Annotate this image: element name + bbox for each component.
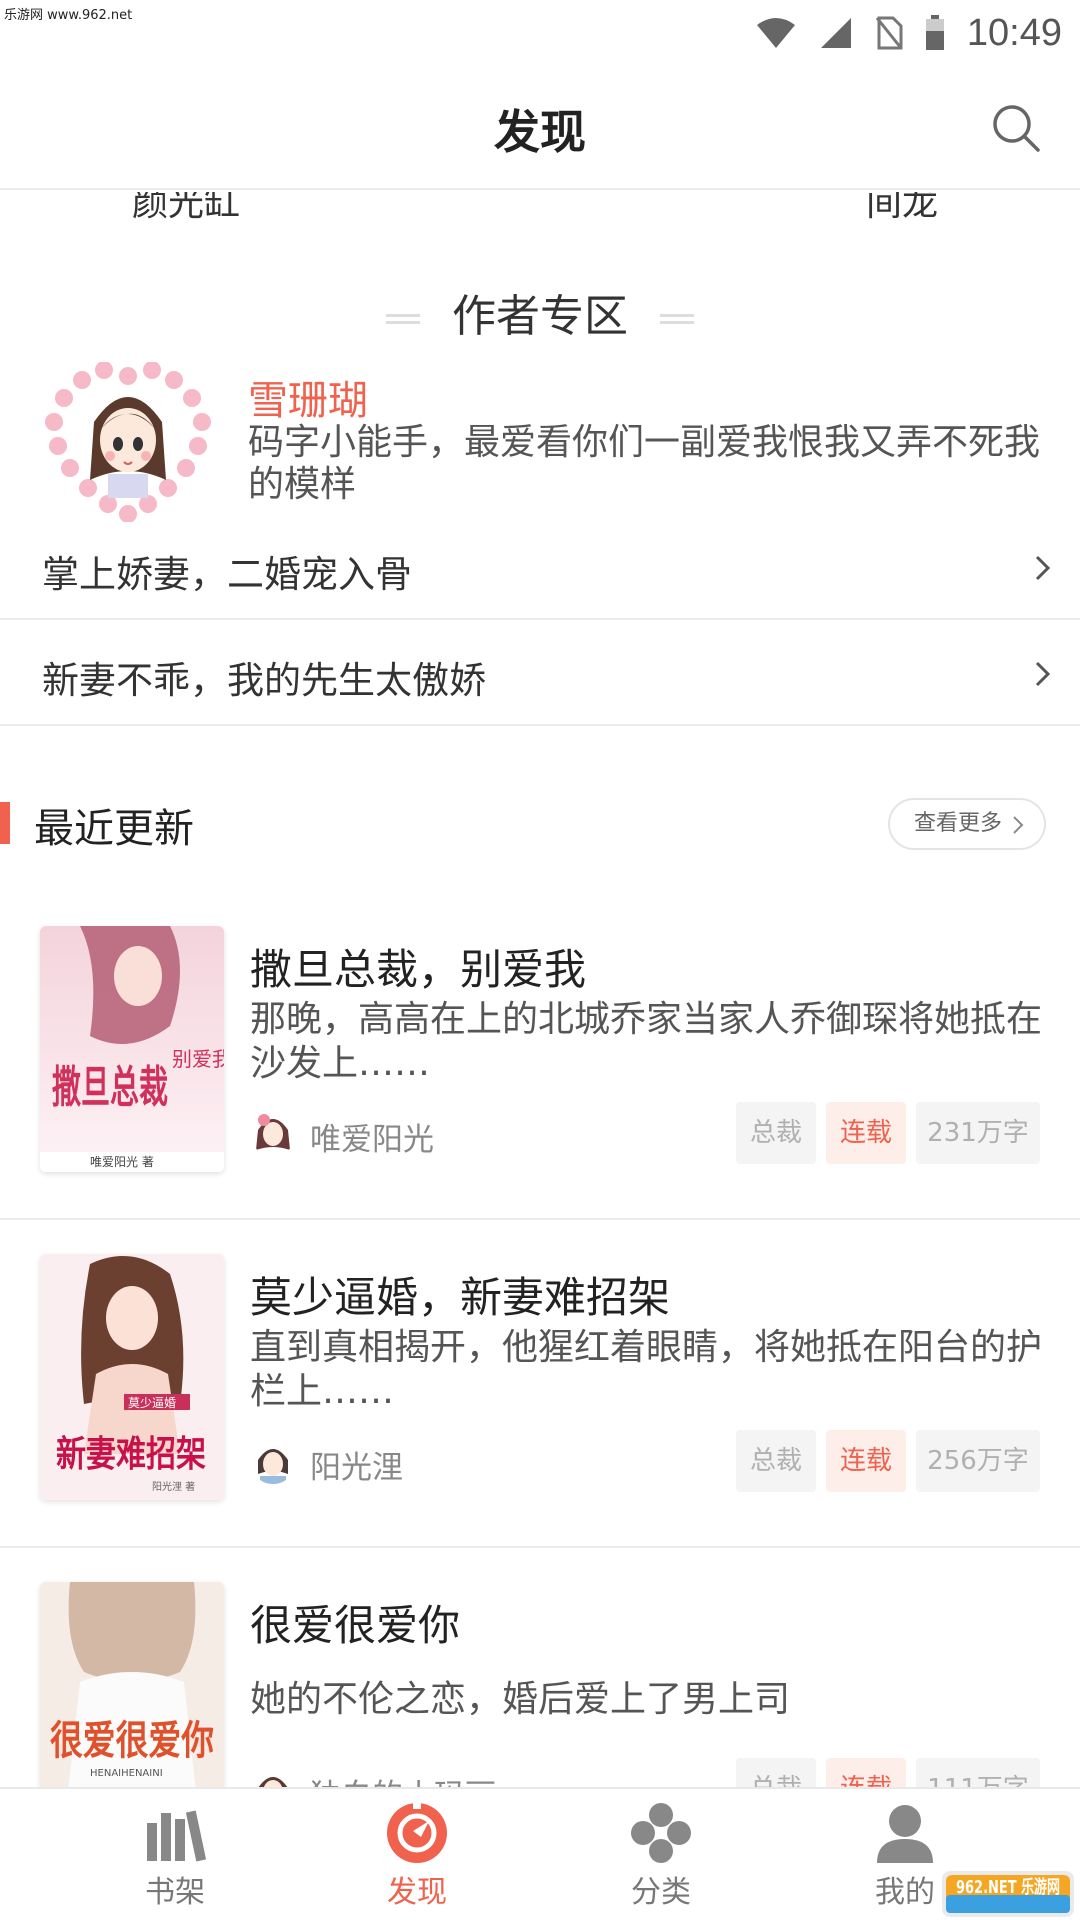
- search-icon: [993, 105, 1040, 152]
- book-list-item[interactable]: 莫少逼婚 新妻难招架 阳光浬 著 莫少逼婚，新妻难招架 直到真相揭开，他猩红着眼…: [0, 1220, 1080, 1548]
- author-avatar: [42, 361, 214, 523]
- status-tag: 连载: [826, 1430, 906, 1492]
- book-meta: 阳光浬 总裁 连载 256万字: [250, 1430, 1050, 1492]
- word-count-tag: 231万字: [916, 1102, 1040, 1164]
- author-zone-title: 作者专区: [452, 291, 628, 342]
- recent-updates-header: 最近更新 查看更多: [0, 788, 1080, 858]
- author-avatar-small: [250, 1766, 296, 1787]
- watermark-bottom: 962.NET 乐游网: [956, 1876, 1060, 1898]
- wifi-icon: [756, 18, 795, 48]
- chevron-right-icon: [1035, 555, 1051, 581]
- book-title: 很爱很爱你: [250, 1601, 461, 1650]
- word-count-tag: 111万字: [916, 1758, 1040, 1787]
- cover-subtitle: HENAIHENAINI: [90, 1768, 163, 1779]
- book-meta: 唯爱阳光 总裁 连载 231万字: [250, 1102, 1050, 1164]
- author-book-title: 新妻不乖，我的先生太傲娇: [42, 659, 486, 702]
- section-accent-bar: [0, 802, 10, 844]
- app-header: 发现: [0, 64, 1080, 190]
- book-title: 莫少逼婚，新妻难招架: [250, 1273, 671, 1322]
- book-title: 撒旦总裁，别爱我: [250, 945, 587, 994]
- author-bio: 码字小能手，最爱看你们一副爱我恨我又弄不死我的模样: [248, 422, 1041, 505]
- cover-subtitle: 别爱我: [172, 1047, 224, 1071]
- author-avatar-small: [250, 1438, 296, 1484]
- book-cover[interactable]: 撒旦总裁 别爱我 唯爱阳光 著: [40, 926, 224, 1172]
- cover-author: 阳光浬 著: [152, 1480, 195, 1493]
- battery-icon: [925, 15, 944, 50]
- author-book-item[interactable]: 掌上娇妻，二婚宠入骨: [0, 516, 1080, 620]
- book-list-item[interactable]: 很爱很爱你 HENAIHENAINI 很爱很爱你 她的不伦之恋，婚后爱上了男上司…: [0, 1548, 1080, 1787]
- see-more-button[interactable]: 查看更多: [888, 798, 1046, 850]
- bookshelf-icon: [147, 1810, 207, 1862]
- signal-icon: [820, 18, 851, 48]
- category-icon: [631, 1803, 691, 1863]
- word-count-tag: 256万字: [916, 1430, 1040, 1492]
- status-tag: 连载: [826, 1102, 906, 1164]
- cover-subtitle: 莫少逼婚: [128, 1396, 176, 1410]
- author-book-item[interactable]: 新妻不乖，我的先生太傲娇: [0, 622, 1080, 726]
- author-book-title: 掌上娇妻，二婚宠入骨: [42, 553, 412, 596]
- author-card[interactable]: 雪珊瑚 码字小能手，最爱看你们一副爱我恨我又弄不死我的模样: [0, 361, 1080, 523]
- content-scroll[interactable]: 颜光缸 间龙 作者专区 雪珊瑚 码字小能手，最爱看你们一副爱我恨我又弄不死我的模…: [0, 192, 1080, 1787]
- genre-tag: 总裁: [736, 1758, 816, 1787]
- book-author: 阳光浬: [310, 1450, 403, 1486]
- author-name[interactable]: 雪珊瑚: [248, 368, 368, 426]
- chevron-right-icon: [1035, 661, 1051, 687]
- book-author: 独白的小玛丽: [310, 1770, 496, 1787]
- tab-label: 分类: [631, 1875, 691, 1910]
- book-author: 唯爱阳光: [310, 1122, 434, 1158]
- bottom-tab-bar: 书架 发现 分类 我的 962.NET 乐游网: [0, 1787, 1080, 1920]
- book-description: 直到真相揭开，他猩红着眼睛，将她抵在阳台的护栏上……: [250, 1327, 1043, 1412]
- status-clock: 10:49: [966, 11, 1062, 54]
- chevron-right-icon: [1013, 816, 1024, 834]
- compass-icon: [387, 1801, 447, 1863]
- book-cover[interactable]: 很爱很爱你 HENAIHENAINI: [40, 1582, 224, 1787]
- cover-title: 很爱很爱你: [50, 1717, 214, 1764]
- watermark-top: 乐游网 www.962.net: [4, 8, 133, 23]
- cut-author-right: 间龙: [866, 192, 939, 224]
- page-title: 发现: [494, 105, 586, 159]
- cover-title: 新妻难招架: [56, 1433, 206, 1475]
- book-description: 那晚，高高在上的北城乔家当家人乔御琛将她抵在沙发上……: [250, 999, 1043, 1084]
- see-more-label: 查看更多: [914, 811, 1003, 836]
- tab-discover[interactable]: 发现: [282, 1789, 552, 1920]
- tab-category[interactable]: 分类: [526, 1789, 796, 1920]
- author-zone-heading: 作者专区: [0, 280, 1080, 344]
- genre-tag: 总裁: [736, 1102, 816, 1164]
- author-avatar-small: [250, 1110, 296, 1156]
- status-tag: 连载: [826, 1758, 906, 1787]
- cover-title: 撒旦总裁: [52, 1062, 168, 1113]
- cut-off-row: 颜光缸 间龙: [0, 192, 1080, 224]
- cut-author-left: 颜光缸: [132, 192, 241, 224]
- status-bar: 乐游网 www.962.net 10:49: [0, 0, 1080, 64]
- profile-icon: [877, 1805, 933, 1863]
- tab-label: 书架: [145, 1875, 205, 1910]
- book-meta: 独白的小玛丽 总裁 连载 111万字: [250, 1758, 1050, 1787]
- book-cover[interactable]: 莫少逼婚 新妻难招架 阳光浬 著: [40, 1254, 224, 1500]
- genre-tag: 总裁: [736, 1430, 816, 1492]
- watermark-logo: 962.NET 乐游网: [942, 1871, 1074, 1917]
- tab-bookshelf[interactable]: 书架: [40, 1789, 310, 1920]
- no-sim-icon: [875, 16, 903, 50]
- recent-updates-title: 最近更新: [34, 806, 194, 852]
- book-list-item[interactable]: 撒旦总裁 别爱我 唯爱阳光 著 撒旦总裁，别爱我 那晚，高高在上的北城乔家当家人…: [0, 892, 1080, 1220]
- search-button[interactable]: [988, 100, 1044, 156]
- tab-label: 发现: [387, 1875, 447, 1910]
- cover-author: 唯爱阳光 著: [90, 1155, 154, 1169]
- book-description: 她的不伦之恋，婚后爱上了男上司: [250, 1679, 791, 1720]
